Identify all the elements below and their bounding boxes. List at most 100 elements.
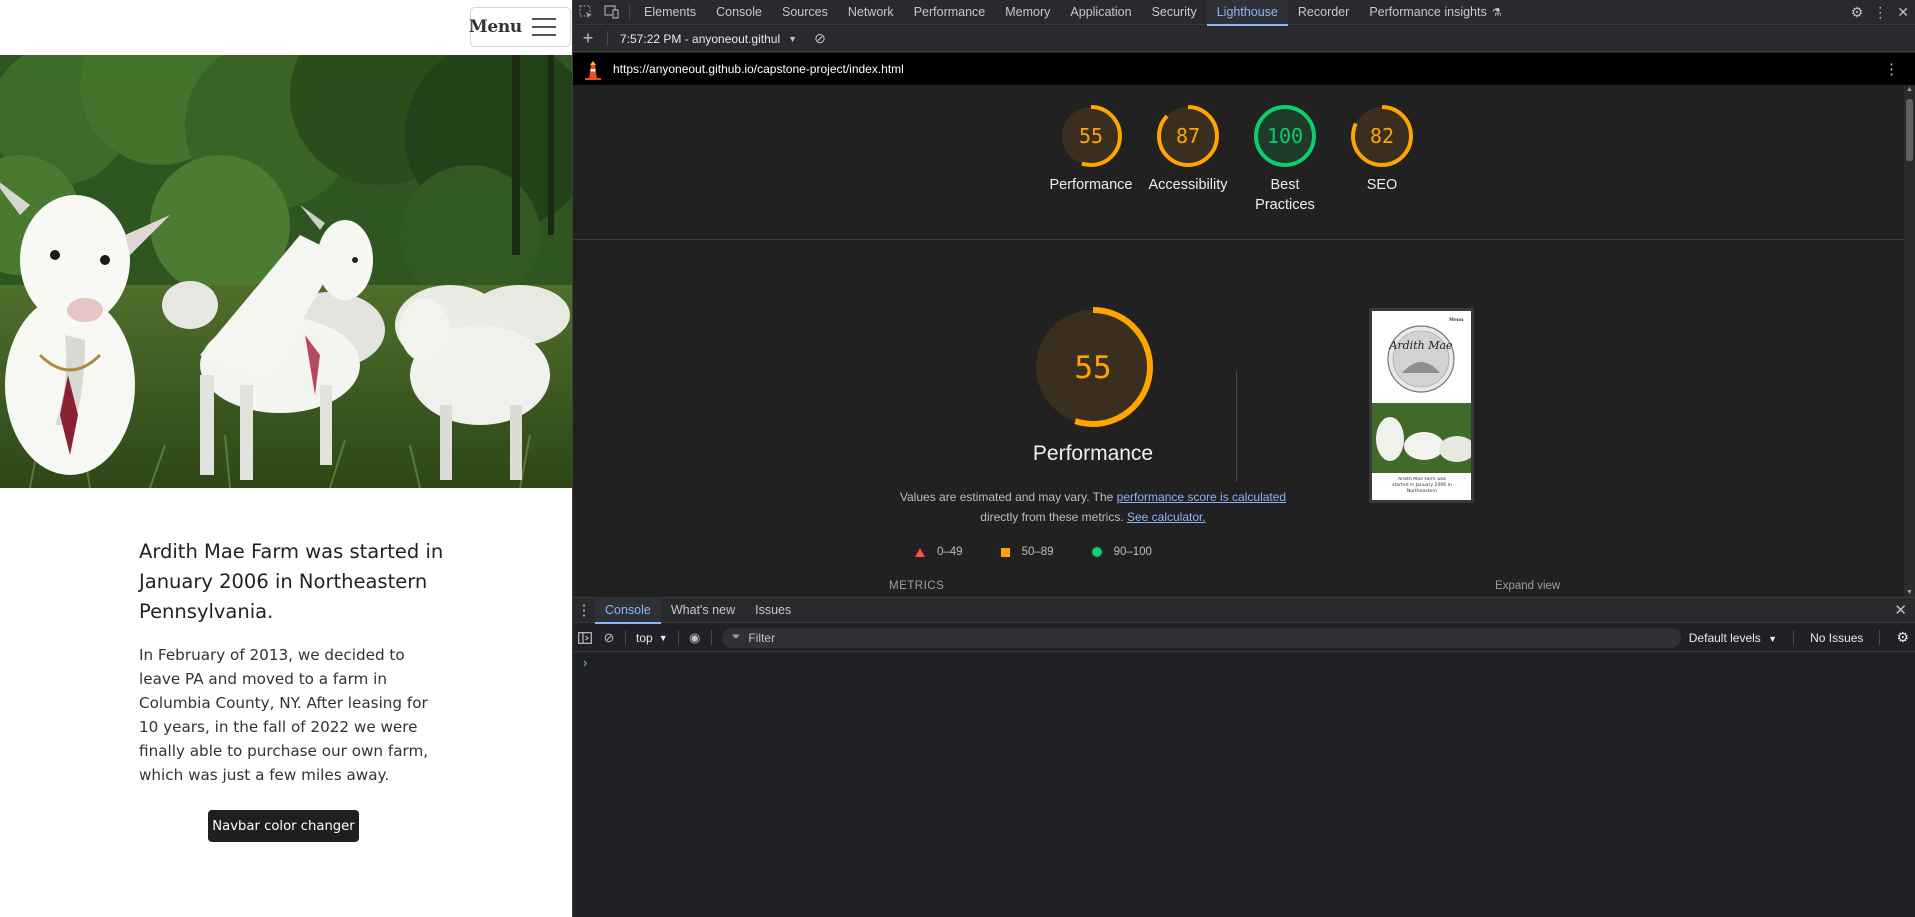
scrollbar-thumb[interactable] bbox=[1906, 99, 1913, 161]
story-paragraph: In February of 2013, we decided to leave… bbox=[139, 646, 429, 784]
separator bbox=[1793, 630, 1795, 645]
devtools-panel: Elements Console Sources Network Perform… bbox=[572, 0, 1915, 917]
tab-network[interactable]: Network bbox=[838, 0, 904, 25]
tab-performance-insights-label: Performance insights bbox=[1369, 5, 1487, 19]
tab-sources[interactable]: Sources bbox=[772, 0, 838, 25]
log-levels-value: Default levels bbox=[1688, 630, 1761, 645]
report-url[interactable]: https://anyoneout.github.io/capstone-pro… bbox=[613, 62, 904, 76]
tab-application[interactable]: Application bbox=[1060, 0, 1141, 25]
scroll-down-arrow-icon[interactable]: ▼ bbox=[1905, 589, 1914, 596]
gauge-seo-label: SEO bbox=[1366, 177, 1398, 193]
final-screenshot-thumbnail[interactable]: Menu Ardith Mae Ardith Mae Farm was star… bbox=[1369, 308, 1474, 503]
drawer-tab-console[interactable]: Console bbox=[595, 597, 661, 624]
device-toolbar-icon[interactable] bbox=[599, 0, 625, 25]
tab-lighthouse[interactable]: Lighthouse bbox=[1206, 0, 1289, 26]
performance-score-gauge: 55 Performance bbox=[977, 305, 1209, 466]
see-calculator-link[interactable]: See calculator. bbox=[1127, 510, 1206, 524]
inspect-element-icon[interactable] bbox=[573, 0, 599, 25]
performance-score-ring: 55 bbox=[1033, 307, 1153, 427]
section-divider bbox=[573, 239, 1905, 240]
report-scrollbar[interactable]: ▲ ▼ bbox=[1904, 85, 1915, 597]
svg-text:55: 55 bbox=[1074, 350, 1111, 386]
note-text-2: directly from these metrics. bbox=[980, 510, 1127, 524]
tab-performance[interactable]: Performance bbox=[904, 0, 996, 25]
clear-reports-block-icon[interactable]: ⊘ bbox=[809, 28, 831, 50]
report-selector[interactable]: 7:57:22 PM - anyoneout.githul ▼ bbox=[612, 32, 805, 46]
website-viewport: Menu Ardith Mae Farm was started in Janu… bbox=[0, 0, 572, 917]
devtools-tab-bar: Elements Console Sources Network Perform… bbox=[573, 0, 1915, 26]
tab-console[interactable]: Console bbox=[706, 0, 772, 25]
tab-performance-insights[interactable]: Performance insights ⚗ bbox=[1359, 0, 1511, 25]
report-url-bar: https://anyoneout.github.io/capstone-pro… bbox=[573, 53, 1915, 85]
close-drawer-icon[interactable]: ✕ bbox=[1894, 601, 1907, 619]
triangle-icon bbox=[915, 547, 925, 557]
drawer-tab-whats-new[interactable]: What's new bbox=[661, 597, 745, 623]
performance-score-link[interactable]: performance score is calculated bbox=[1117, 490, 1286, 504]
console-prompt-chevron[interactable]: › bbox=[583, 655, 587, 670]
log-levels-caret-icon: ▼ bbox=[1768, 633, 1778, 644]
drawer-tab-bar: ⋮ Console What's new Issues ✕ bbox=[573, 597, 1915, 624]
gauge-performance[interactable]: 55 Performance bbox=[1043, 103, 1139, 195]
log-levels-dropdown[interactable]: Default levels ▼ bbox=[1689, 631, 1777, 645]
drawer-menu-icon[interactable]: ⋮ bbox=[573, 601, 595, 619]
gauge-accessibility-label: Accessibility bbox=[1148, 177, 1228, 193]
separator bbox=[1879, 630, 1881, 645]
separator bbox=[710, 630, 712, 645]
navbar-color-changer-button[interactable]: Navbar color changer bbox=[208, 810, 359, 842]
tab-recorder[interactable]: Recorder bbox=[1288, 0, 1359, 25]
console-toolbar-right: Default levels ▼ No Issues ⚙ bbox=[1689, 629, 1909, 646]
gauge-performance-label: Performance bbox=[1049, 177, 1133, 193]
tab-security[interactable]: Security bbox=[1142, 0, 1207, 25]
lighthouse-report: 55 Performance 87 Accessibility 100 Best… bbox=[573, 85, 1905, 597]
new-report-plus-icon[interactable]: + bbox=[573, 28, 603, 49]
gauge-performance-ring: 55 bbox=[1060, 105, 1122, 167]
legend-average: 50–89 bbox=[1000, 546, 1054, 558]
more-options-icon[interactable]: ⋮ bbox=[1873, 4, 1887, 21]
sidebar-toggle-icon[interactable] bbox=[573, 625, 597, 651]
metrics-heading: METRICS bbox=[889, 580, 945, 592]
performance-section-title: Performance bbox=[1032, 442, 1154, 465]
gauge-seo[interactable]: 82 SEO bbox=[1334, 103, 1430, 195]
issues-count[interactable]: No Issues bbox=[1810, 631, 1863, 645]
clear-console-icon[interactable]: ⊘ bbox=[597, 625, 621, 651]
hamburger-icon bbox=[532, 18, 556, 36]
expand-view-link[interactable]: Expand view bbox=[1495, 580, 1560, 592]
square-icon bbox=[1000, 547, 1010, 557]
devtools-toolbar-right: ⚙ ⋮ ✕ bbox=[1851, 0, 1909, 25]
gauge-accessibility[interactable]: 87 Accessibility bbox=[1140, 103, 1236, 195]
hero-image-goats bbox=[0, 55, 572, 488]
separator bbox=[607, 31, 608, 46]
report-menu-icon[interactable]: ⋮ bbox=[1884, 60, 1899, 78]
lighthouse-logo-icon bbox=[585, 61, 601, 80]
report-selector-value: 7:57:22 PM - anyoneout.githul bbox=[620, 31, 781, 46]
legend-average-label: 50–89 bbox=[1021, 546, 1054, 558]
menu-button[interactable]: Menu bbox=[469, 7, 571, 47]
settings-gear-icon[interactable]: ⚙ bbox=[1851, 4, 1864, 21]
thumb-caption: Ardith Mae Farm was started in January 2… bbox=[1392, 477, 1452, 494]
console-filter-input[interactable]: ⏷ Filter bbox=[721, 627, 1681, 648]
close-devtools-icon[interactable]: ✕ bbox=[1897, 4, 1909, 21]
separator bbox=[677, 630, 679, 645]
legend-fail-label: 0–49 bbox=[937, 546, 963, 558]
intro-paragraph: Ardith Mae Farm was started in January 2… bbox=[139, 540, 444, 623]
tab-memory[interactable]: Memory bbox=[995, 0, 1060, 25]
legend-fail: 0–49 bbox=[915, 546, 963, 558]
context-caret-icon: ▼ bbox=[658, 632, 668, 643]
gauge-best-practices[interactable]: 100 Best Practices bbox=[1237, 103, 1333, 215]
live-expression-eye-icon[interactable]: ◉ bbox=[683, 625, 707, 651]
scroll-up-arrow-icon[interactable]: ▲ bbox=[1905, 86, 1914, 93]
gauge-best-practices-label: Best Practices bbox=[1255, 177, 1315, 213]
performance-note: Values are estimated and may vary. The p… bbox=[893, 487, 1293, 527]
legend-pass: 90–100 bbox=[1091, 546, 1152, 558]
filter-placeholder: Filter bbox=[748, 630, 776, 645]
context-selector[interactable]: top ▼ bbox=[630, 631, 674, 645]
note-text-1: Values are estimated and may vary. The bbox=[899, 490, 1117, 504]
svg-text:82: 82 bbox=[1370, 124, 1394, 148]
tab-elements[interactable]: Elements bbox=[634, 0, 706, 25]
circle-icon bbox=[1091, 547, 1102, 557]
console-settings-gear-icon[interactable]: ⚙ bbox=[1896, 629, 1909, 646]
thumb-menu-text: Menu bbox=[1449, 317, 1464, 323]
drawer-tab-issues[interactable]: Issues bbox=[745, 597, 801, 623]
console-toolbar: ⊘ top ▼ ◉ ⏷ Filter Default levels ▼ No I… bbox=[573, 624, 1915, 652]
filter-funnel-icon: ⏷ bbox=[731, 631, 741, 643]
